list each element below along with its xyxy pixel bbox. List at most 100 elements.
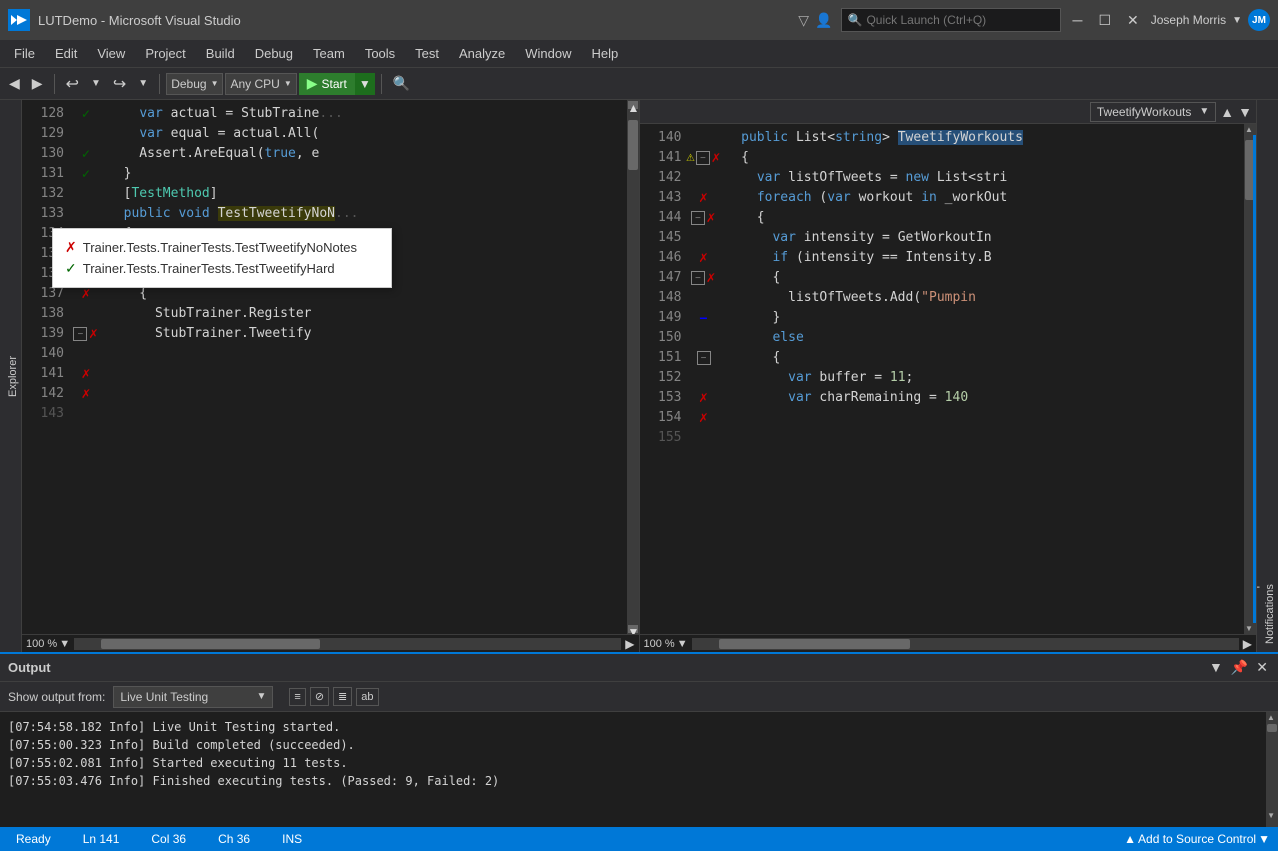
code-line-141: StubTrainer.Register	[100, 304, 627, 324]
source-control-dropdown[interactable]: ▼	[1258, 832, 1270, 846]
rcode-153: var buffer = 11;	[718, 368, 1245, 388]
ind-128: ✓	[81, 107, 91, 121]
menu-view[interactable]: View	[87, 42, 135, 65]
start-button[interactable]: ▶ Start	[299, 73, 355, 95]
clear-btn[interactable]: ⊘	[310, 687, 329, 706]
right-hscroll-thumb[interactable]	[719, 639, 911, 649]
start-dropdown-button[interactable]: ▼	[355, 73, 375, 95]
back-button[interactable]: ◀	[4, 72, 25, 95]
menu-build[interactable]: Build	[196, 42, 245, 65]
output-close-btn[interactable]: ✕	[1254, 657, 1270, 678]
code-line-134: [TestMethod]	[100, 184, 627, 204]
titlebar-icons: ▽ 👤	[798, 12, 832, 29]
right-hscroll-track[interactable]	[692, 638, 1239, 650]
output-scroll-thumb[interactable]	[1267, 724, 1277, 732]
output-scroll-down[interactable]: ▼	[1266, 810, 1276, 821]
redo-button[interactable]: ↪	[108, 71, 131, 97]
toolbar: ◀ ▶ ↩ ▼ ↪ ▼ Debug ▼ Any CPU ▼ ▶ Start ▼ …	[0, 68, 1278, 100]
ind-142: ✗	[81, 387, 91, 401]
rcode-142: {	[718, 148, 1245, 168]
collapse-139[interactable]: −	[73, 327, 87, 341]
format1-btn[interactable]: ≣	[333, 687, 352, 706]
collapse-147[interactable]: −	[691, 271, 705, 285]
right-zoom[interactable]: 100 % ▼	[640, 638, 692, 650]
collapse-144[interactable]: −	[691, 211, 705, 225]
method-nav-dropdown[interactable]: TweetifyWorkouts ▼	[1090, 102, 1216, 122]
source-control-text[interactable]: Add to Source Control	[1138, 832, 1256, 846]
rscroll-down[interactable]: ▼	[1244, 623, 1256, 634]
menu-help[interactable]: Help	[582, 42, 629, 65]
redo-dropdown[interactable]: ▼	[133, 75, 153, 92]
status-ch: Ch 36	[210, 832, 258, 846]
menu-file[interactable]: File	[4, 42, 45, 65]
output-content: [07:54:58.182 Info] Live Unit Testing st…	[0, 712, 1266, 827]
right-code-content[interactable]: public List<string> TweetifyWorkouts { v…	[718, 124, 1245, 634]
explorer-label[interactable]: Explorer	[5, 348, 21, 405]
rcode-152: {	[718, 348, 1245, 368]
collapse-151[interactable]: −	[697, 351, 711, 365]
menu-tools[interactable]: Tools	[355, 42, 405, 65]
scrollbar-up-arrow[interactable]: ▲	[628, 101, 638, 109]
solution-explorer-label[interactable]: Solution Explorer	[1256, 100, 1262, 652]
left-scroll-right[interactable]: ▶	[621, 637, 638, 651]
left-panel: Explorer Toolbox	[0, 100, 22, 652]
right-bottom-row: 100 % ▼ ▶	[640, 634, 1257, 652]
nav-up-button[interactable]: ▲	[1220, 104, 1234, 120]
left-code-content[interactable]: var actual = StubTraine... var equal = a…	[100, 100, 627, 634]
output-source-dropdown[interactable]: Live Unit Testing ▼	[113, 686, 273, 708]
menu-edit[interactable]: Edit	[45, 42, 87, 65]
rscroll-up[interactable]: ▲	[1244, 124, 1256, 135]
scrollbar-down-arrow[interactable]: ▼	[628, 625, 638, 633]
right-scrollbar-v[interactable]: ▲ ▼	[1244, 124, 1256, 634]
right-editor-pane: TweetifyWorkouts ▼ ▲ ▼ 140141142143144 1…	[640, 100, 1257, 652]
ind-144: ✗	[706, 211, 716, 225]
format2-btn[interactable]: ab	[356, 688, 378, 706]
rcode-143: var listOfTweets = new List<stri	[718, 168, 1245, 188]
scrollbar-thumb[interactable]	[628, 120, 638, 170]
collapse-141[interactable]: −	[696, 151, 710, 165]
app-title: LUTDemo - Microsoft Visual Studio	[38, 13, 790, 28]
left-zoom[interactable]: 100 % ▼	[22, 638, 74, 650]
toolbar-sep3	[381, 74, 382, 94]
rcode-149: listOfTweets.Add("Pumpin	[718, 288, 1245, 308]
menu-test[interactable]: Test	[405, 42, 449, 65]
menu-project[interactable]: Project	[135, 42, 195, 65]
left-scrollbar-v[interactable]: ▲ ▼	[627, 100, 639, 634]
left-hscroll-track[interactable]	[74, 638, 621, 650]
rcode-150: }	[718, 308, 1245, 328]
quick-launch-search[interactable]: 🔍	[841, 8, 1061, 32]
notifications-label[interactable]: Notifications	[1262, 100, 1278, 652]
maximize-button[interactable]: ☐	[1094, 8, 1115, 33]
output-scrollbar[interactable]: ▲ ▼	[1266, 712, 1278, 827]
minimize-button[interactable]: ─	[1069, 8, 1087, 32]
undo-dropdown[interactable]: ▼	[86, 75, 106, 92]
menu-team[interactable]: Team	[303, 42, 355, 65]
output-pin-btn[interactable]: 📌	[1229, 657, 1250, 678]
output-header: Output ▼ 📌 ✕	[0, 654, 1278, 682]
undo-button[interactable]: ↩	[61, 71, 84, 97]
code-line-130: var equal = actual.All(	[100, 124, 627, 144]
right-scroll-right[interactable]: ▶	[1239, 637, 1256, 651]
filter-icon[interactable]: ▽	[798, 12, 809, 29]
menu-window[interactable]: Window	[515, 42, 581, 65]
word-wrap-btn[interactable]: ≡	[289, 688, 305, 706]
platform-dropdown[interactable]: Any CPU ▼	[225, 73, 296, 95]
output-dropdown-btn[interactable]: ▼	[1207, 657, 1225, 678]
debug-config-dropdown[interactable]: Debug ▼	[166, 73, 223, 95]
user-dropdown-arrow[interactable]: ▼	[1232, 15, 1242, 26]
search-input[interactable]	[866, 13, 1046, 27]
output-scroll-up[interactable]: ▲	[1266, 712, 1278, 723]
forward-button[interactable]: ▶	[27, 72, 48, 95]
toolbox-label[interactable]: Toolbox	[0, 349, 5, 403]
menu-debug[interactable]: Debug	[245, 42, 303, 65]
title-bar: LUTDemo - Microsoft Visual Studio ▽ 👤 🔍 …	[0, 0, 1278, 40]
warning-141: ⚠	[686, 153, 695, 164]
nav-down-button[interactable]: ▼	[1238, 104, 1252, 120]
menu-analyze[interactable]: Analyze	[449, 42, 515, 65]
search-toolbar-button[interactable]: 🔍	[388, 72, 415, 95]
left-hscroll-thumb[interactable]	[101, 639, 320, 649]
profile-icon[interactable]: 👤	[815, 12, 832, 29]
close-button[interactable]: ✕	[1123, 8, 1143, 33]
rcode-146: var intensity = GetWorkoutIn	[718, 228, 1245, 248]
output-line-1: [07:54:58.182 Info] Live Unit Testing st…	[8, 718, 1258, 736]
